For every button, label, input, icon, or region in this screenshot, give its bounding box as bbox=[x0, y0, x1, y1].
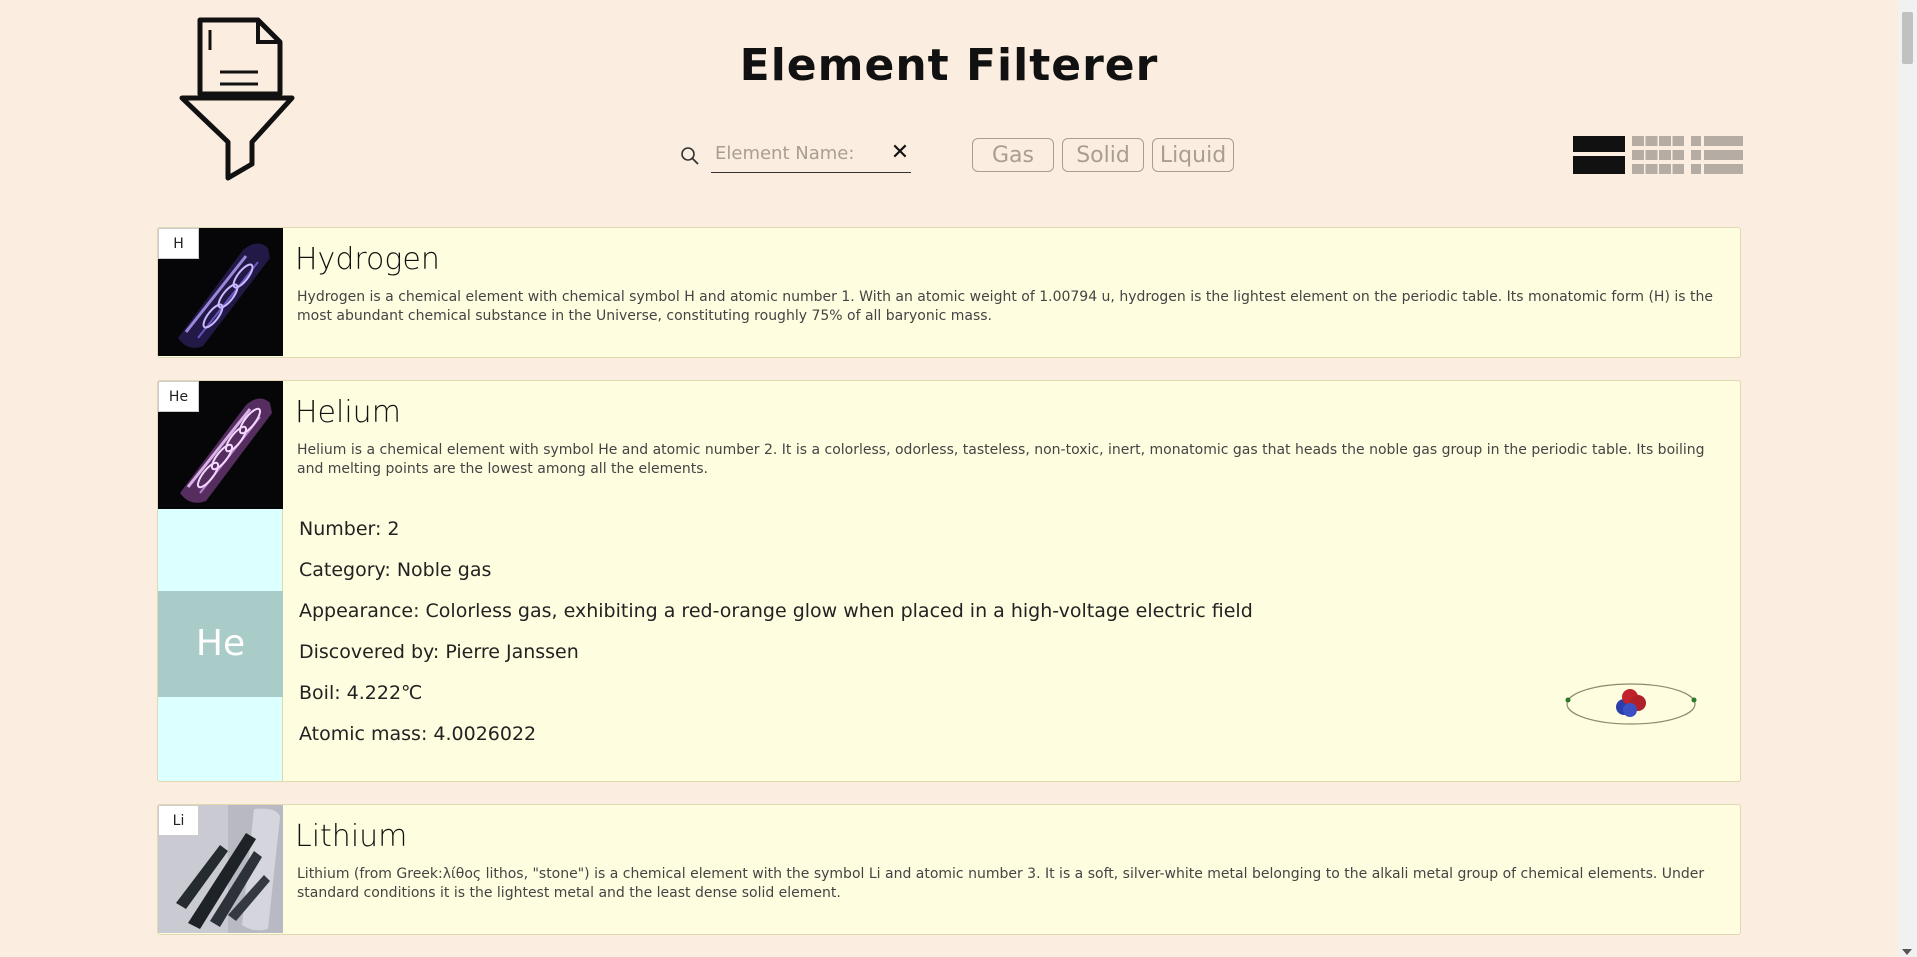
scrollbar[interactable] bbox=[1898, 0, 1917, 957]
search-icon bbox=[681, 147, 699, 165]
filter-liquid-button[interactable]: Liquid bbox=[1152, 138, 1234, 172]
element-symbol-badge: He bbox=[158, 381, 199, 412]
element-symbol-badge: H bbox=[158, 228, 199, 259]
atom-model-icon bbox=[1565, 683, 1697, 725]
detail-sidebar: He bbox=[158, 509, 283, 781]
detail-boil: Boil: 4.222℃ bbox=[299, 682, 423, 704]
scrollbar-thumb[interactable] bbox=[1902, 12, 1913, 64]
detail-category: Category: Noble gas bbox=[299, 559, 492, 581]
element-description: Lithium (from Greek:λίθος lithos, "stone… bbox=[297, 866, 1705, 901]
element-description: Helium is a chemical element with symbol… bbox=[297, 442, 1705, 477]
search-input[interactable] bbox=[711, 138, 889, 168]
grid-view-icon[interactable] bbox=[1632, 136, 1684, 174]
filter-gas-button[interactable]: Gas bbox=[972, 138, 1054, 172]
close-icon[interactable]: ✕ bbox=[889, 142, 911, 164]
scroll-down-arrow-icon[interactable] bbox=[1902, 949, 1912, 955]
element-card-hydrogen[interactable]: H Hydrogen Hydrogen is a chemical elemen… bbox=[157, 227, 1741, 358]
detail-mass: Atomic mass: 4.0026022 bbox=[299, 723, 537, 745]
detail-discovered: Discovered by: Pierre Janssen bbox=[299, 641, 579, 663]
element-name: Helium bbox=[295, 395, 401, 430]
element-card-lithium[interactable]: Li Lithium Lithium (from Greek:λίθος lit… bbox=[157, 804, 1741, 935]
element-description: Hydrogen is a chemical element with chem… bbox=[297, 289, 1713, 324]
compact-list-view-icon[interactable] bbox=[1691, 136, 1743, 174]
element-details: He Number: 2 Category: Noble gas Appeara… bbox=[158, 509, 1740, 781]
detail-number: Number: 2 bbox=[299, 518, 400, 540]
search-field: ✕ bbox=[711, 138, 911, 173]
element-name: Hydrogen bbox=[295, 242, 440, 277]
element-card-helium[interactable]: He Helium Helium is a chemical element w… bbox=[157, 380, 1741, 782]
list-view-icon[interactable] bbox=[1573, 136, 1625, 174]
detail-appearance: Appearance: Colorless gas, exhibiting a … bbox=[299, 600, 1253, 622]
page-title: Element Filterer bbox=[739, 40, 1159, 91]
detail-symbol: He bbox=[158, 591, 283, 697]
element-name: Lithium bbox=[295, 819, 408, 854]
filter-solid-button[interactable]: Solid bbox=[1062, 138, 1144, 172]
element-symbol-badge: Li bbox=[158, 805, 199, 836]
